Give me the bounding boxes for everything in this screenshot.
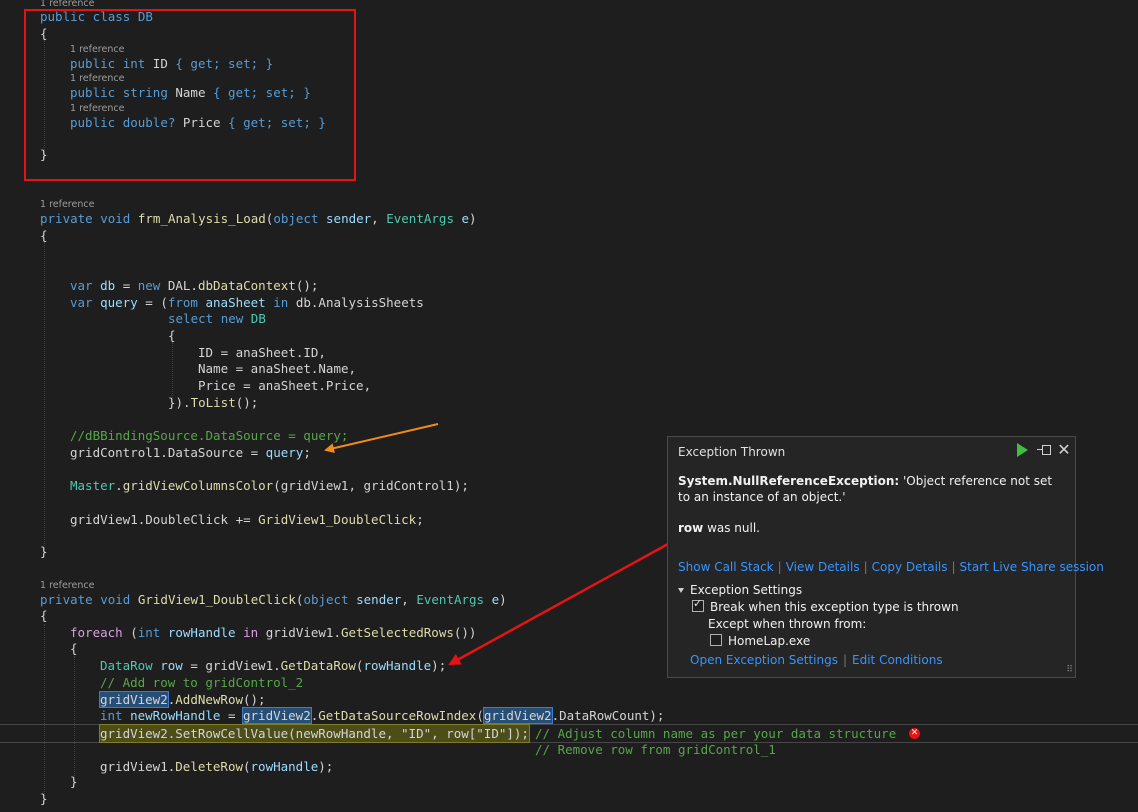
comment-remove: // Remove row from gridControl_1: [535, 742, 776, 757]
copy-details-link[interactable]: Copy Details: [872, 560, 948, 574]
close-brace: }: [40, 544, 48, 559]
exception-links: Show Call Stack | View Details | Copy Detail…: [678, 560, 1104, 574]
edit-conditions-link[interactable]: Edit Conditions: [852, 653, 943, 667]
module-checkbox[interactable]: HomeLap.exe: [710, 634, 810, 648]
assign-id-line: ID = anaSheet.ID,: [198, 345, 326, 360]
show-call-stack-link[interactable]: Show Call Stack: [678, 560, 774, 574]
close-icon[interactable]: ✕: [1056, 440, 1072, 459]
open-brace: {: [40, 608, 48, 623]
master-call-line: Master.gridViewColumnsColor(gridView1, g…: [70, 478, 469, 493]
codelens-reference[interactable]: 1 reference: [40, 580, 94, 591]
null-variable-message: row was null.: [678, 521, 760, 535]
live-share-link[interactable]: Start Live Share session: [960, 560, 1104, 574]
exception-type: System.NullReferenceException:: [678, 474, 900, 488]
close-brace: }: [70, 774, 78, 789]
doubleclick-subscribe-line: gridView1.DoubleClick += GridView1_Doubl…: [70, 512, 424, 527]
grid-datasource-line: gridControl1.DataSource = query;: [70, 445, 311, 460]
close-brace: }: [40, 791, 48, 806]
error-icon[interactable]: ✕: [909, 728, 920, 739]
open-brace: {: [70, 641, 78, 656]
comment-adjust: // Adjust column name as per your data s…: [535, 726, 897, 741]
assign-name-line: Name = anaSheet.Name,: [198, 361, 357, 376]
load-method-signature: private void frm_Analysis_Load(object se…: [40, 211, 477, 226]
resize-grip-icon[interactable]: ⠿: [1066, 666, 1073, 675]
doubleclick-method-signature: private void GridView1_DoubleClick(objec…: [40, 592, 507, 607]
newrowhandle-line: int newRowHandle = gridView2.GetDataSour…: [100, 707, 665, 724]
exception-thrown-popup[interactable]: Exception Thrown ✕ System.NullReferenceE…: [667, 436, 1104, 678]
checkbox-checked-icon[interactable]: [692, 597, 704, 612]
popup-title: Exception Thrown: [678, 445, 786, 459]
comment-add-row: // Add row to gridControl_2: [100, 675, 304, 690]
datarow-line: DataRow row = gridView1.GetDataRow(rowHa…: [100, 658, 447, 673]
collapse-triangle-icon[interactable]: [678, 588, 684, 593]
popup-bottom-links: Open Exception Settings | Edit Conditions: [690, 653, 943, 667]
foreach-line: foreach (int rowHandle in gridView1.GetS…: [70, 625, 477, 640]
break-checkbox[interactable]: Break when this exception type is thrown: [692, 597, 959, 614]
play-icon[interactable]: [1017, 443, 1028, 457]
var-db-line: var db = new DAL.dbDataContext();: [70, 278, 319, 293]
open-brace: {: [40, 228, 48, 243]
var-query-line: var query = (from anaSheet in db.Analysi…: [70, 295, 424, 310]
addnewrow-line: gridView2.AddNewRow();: [99, 691, 266, 708]
exception-settings-header[interactable]: Exception Settings: [678, 583, 802, 597]
tolist-line: }).ToList();: [168, 395, 259, 410]
annotation-red-box: [24, 9, 356, 181]
open-exception-settings-link[interactable]: Open Exception Settings: [690, 653, 838, 667]
exception-message: System.NullReferenceException: 'Object r…: [678, 474, 1053, 504]
pin-icon[interactable]: [1037, 444, 1051, 456]
comment-binding-line: //dBBindingSource.DataSource = query;: [70, 428, 349, 443]
except-label: Except when thrown from:: [708, 617, 867, 631]
assign-price-line: Price = anaSheet.Price,: [198, 378, 372, 393]
select-new-line: select new DB: [168, 311, 266, 326]
open-brace: {: [168, 328, 176, 343]
view-details-link[interactable]: View Details: [786, 560, 860, 574]
checkbox-unchecked-icon[interactable]: [710, 634, 722, 646]
setrowcellvalue-line[interactable]: gridView2.SetRowCellValue(newRowHandle, …: [99, 724, 530, 743]
codelens-reference[interactable]: 1 reference: [40, 199, 94, 210]
